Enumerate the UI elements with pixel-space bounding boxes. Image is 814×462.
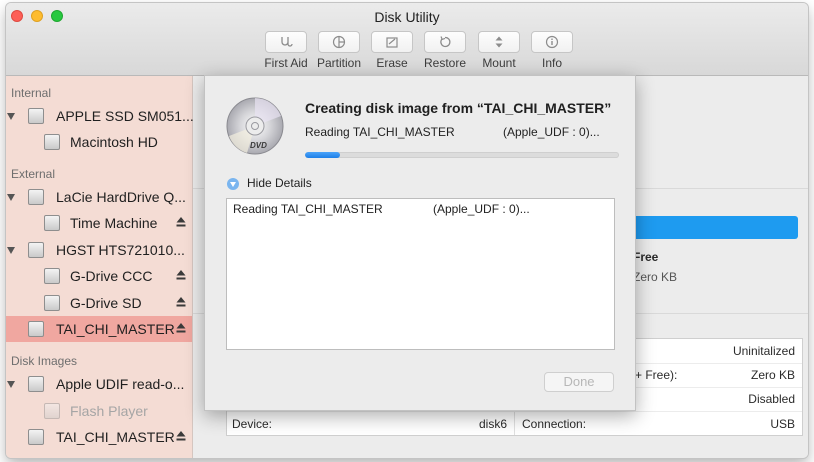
sidebar-item-label: TAI_CHI_MASTER — [56, 429, 175, 445]
optical-disc-icon — [28, 321, 44, 337]
info-value-connection: USB — [770, 417, 795, 431]
sidebar-item-time-machine[interactable]: Time Machine — [6, 210, 192, 236]
sidebar-item-g-drive-ccc[interactable]: G-Drive CCC — [6, 263, 192, 289]
restore-button[interactable] — [424, 31, 466, 53]
create-image-sheet: DVD Creating disk image from “TAI_CHI_MA… — [204, 75, 636, 411]
eject-icon[interactable] — [176, 430, 186, 442]
eject-icon[interactable] — [176, 296, 186, 308]
svg-text:DVD: DVD — [250, 141, 267, 150]
sidebar-item-tai-chi-master-image[interactable]: TAI_CHI_MASTER — [6, 424, 192, 450]
disclosure-triangle-icon[interactable] — [7, 113, 15, 120]
disk-image-icon — [28, 376, 44, 392]
sidebar-item-hgst[interactable]: HGST HTS721010... — [6, 237, 192, 263]
volume-icon — [44, 295, 60, 311]
internal-disk-icon — [28, 108, 44, 124]
sidebar-item-label: APPLE SSD SM051... — [56, 108, 194, 124]
log-line: Reading TAI_CHI_MASTER (Apple_UDF : 0)..… — [233, 202, 530, 216]
sheet-title: Creating disk image from “TAI_CHI_MASTER… — [305, 100, 612, 116]
volume-icon — [44, 215, 60, 231]
sidebar: Internal APPLE SSD SM051... Macintosh HD… — [6, 76, 194, 458]
status-text-format: (Apple_UDF : 0)... — [503, 125, 600, 139]
info-value-device: disk6 — [479, 417, 508, 431]
info-label-device: Device: — [232, 417, 273, 431]
sidebar-item-apple-ssd[interactable]: APPLE SSD SM051... — [6, 103, 194, 129]
sidebar-item-g-drive-sd[interactable]: G-Drive SD — [6, 290, 192, 316]
sidebar-item-flash-player[interactable]: Flash Player — [6, 398, 192, 424]
sidebar-item-tai-chi-master[interactable]: TAI_CHI_MASTER — [6, 316, 192, 342]
sidebar-item-label: TAI_CHI_MASTER — [56, 321, 175, 337]
sidebar-header-external: External — [11, 167, 56, 181]
sidebar-header-disk-images: Disk Images — [11, 354, 78, 368]
log-line-format: (Apple_UDF : 0)... — [433, 202, 530, 216]
window-title: Disk Utility — [374, 9, 440, 25]
status-text-main: Reading TAI_CHI_MASTER — [305, 125, 455, 139]
info-icon — [545, 35, 559, 49]
sidebar-item-label: Macintosh HD — [70, 134, 158, 150]
log-line-text: Reading TAI_CHI_MASTER — [233, 202, 383, 216]
info-value-type: Uninitalized — [732, 344, 795, 358]
partition-pie-icon — [332, 35, 346, 49]
disk-image-icon — [28, 429, 44, 445]
sidebar-item-lacie[interactable]: LaCie HardDrive Q... — [6, 184, 192, 210]
sidebar-item-label: Time Machine — [70, 215, 158, 231]
volume-icon — [44, 134, 60, 150]
disclosure-triangle-icon[interactable] — [227, 178, 239, 190]
disclosure-triangle-icon[interactable] — [7, 381, 15, 388]
info-label-connection: Connection: — [522, 417, 587, 431]
dvd-disc-icon: DVD — [226, 97, 284, 155]
mount-label: Mount — [482, 56, 516, 70]
sidebar-item-label: HGST HTS721010... — [56, 242, 185, 258]
title-bar: Disk Utility First Aid Partition Erase R… — [6, 3, 808, 76]
sidebar-item-label: Flash Player — [70, 403, 148, 419]
progress-bar — [305, 152, 619, 158]
hide-details-toggle[interactable]: Hide Details — [247, 176, 312, 190]
disk-utility-window: Disk Utility First Aid Partition Erase R… — [6, 3, 808, 458]
mount-icon — [495, 36, 503, 48]
usage-bar-free-segment — [610, 216, 798, 239]
volume-icon — [44, 403, 60, 419]
eject-icon[interactable] — [176, 216, 186, 228]
external-disk-icon — [28, 242, 44, 258]
info-button[interactable] — [531, 31, 573, 53]
info-value-owners: Disabled — [748, 392, 795, 406]
info-label: Info — [541, 56, 562, 70]
disclosure-triangle-icon[interactable] — [7, 247, 15, 254]
info-value-used: Zero KB — [750, 368, 795, 382]
progress-fill — [305, 152, 340, 158]
erase-label: Erase — [376, 56, 408, 70]
details-log[interactable]: Reading TAI_CHI_MASTER (Apple_UDF : 0)..… — [226, 198, 615, 350]
sidebar-header-internal: Internal — [11, 86, 52, 100]
info-label-used: + Free): — [635, 368, 678, 382]
status-text: Reading TAI_CHI_MASTER (Apple_UDF : 0)..… — [305, 125, 600, 139]
erase-icon — [386, 37, 398, 48]
eject-icon[interactable] — [176, 269, 186, 281]
sidebar-item-macintosh-hd[interactable]: Macintosh HD — [6, 129, 192, 155]
restore-arrow-icon — [440, 36, 451, 48]
done-button[interactable]: Done — [544, 372, 614, 392]
external-disk-icon — [28, 189, 44, 205]
erase-button[interactable] — [371, 31, 413, 53]
first-aid-button[interactable] — [265, 31, 307, 53]
sidebar-item-label: Apple UDIF read-o... — [56, 376, 185, 392]
mount-button[interactable] — [478, 31, 520, 53]
volume-icon — [44, 268, 60, 284]
eject-icon[interactable] — [176, 322, 186, 334]
free-label: Free — [633, 250, 659, 264]
stethoscope-icon — [281, 37, 293, 47]
free-value: Zero KB — [633, 270, 678, 284]
partition-label: Partition — [316, 56, 362, 70]
sidebar-item-label: LaCie HardDrive Q... — [56, 189, 186, 205]
sidebar-item-apple-udif[interactable]: Apple UDIF read-o... — [6, 371, 192, 397]
row-divider — [227, 411, 802, 412]
sidebar-item-label: G-Drive CCC — [70, 268, 153, 284]
first-aid-label: First Aid — [264, 56, 308, 70]
partition-button[interactable] — [318, 31, 360, 53]
restore-label: Restore — [423, 56, 467, 70]
disclosure-triangle-icon[interactable] — [7, 194, 15, 201]
sidebar-item-label: G-Drive SD — [70, 295, 142, 311]
